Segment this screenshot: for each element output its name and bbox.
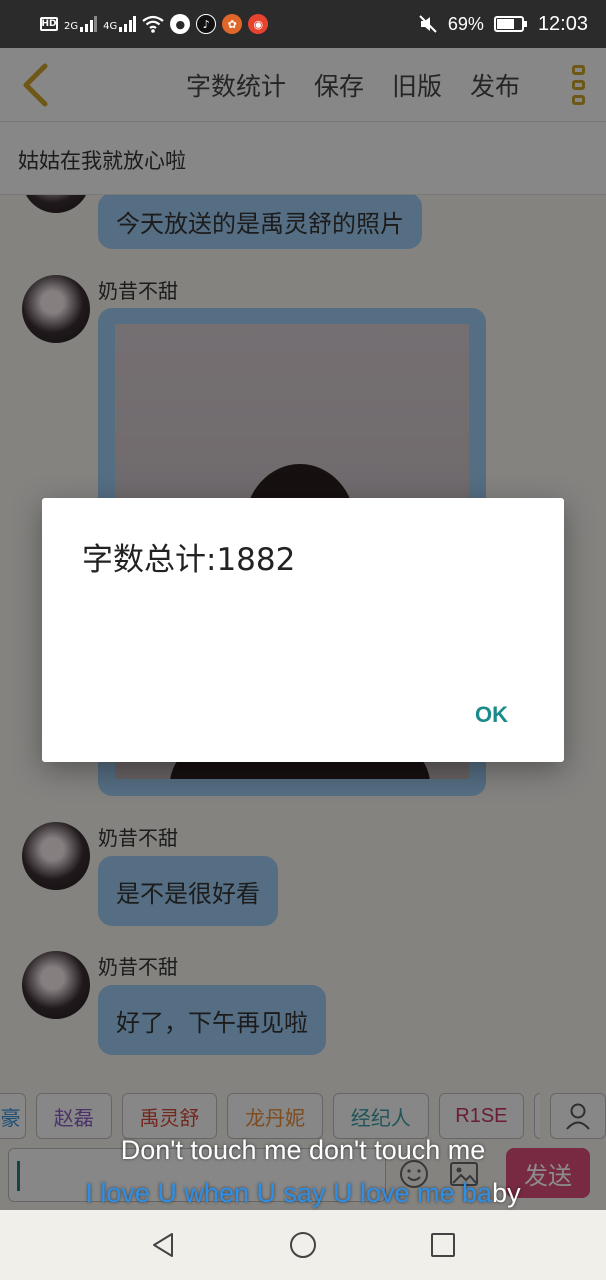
globe-icon: ● (170, 14, 191, 34)
signal-2g-icon: 2G (64, 16, 98, 32)
app-icon: ✿ (222, 14, 243, 34)
status-bar: HD 2G 4G ● ♪ ✿ ◉ 69% 12:03 (0, 0, 606, 48)
lyric-line-1: Don't touch me don't touch me (120, 1135, 486, 1165)
tiktok-icon: ♪ (196, 14, 217, 34)
mute-icon (419, 15, 437, 33)
battery-icon (493, 16, 527, 32)
lyric-line-2: I love U when U say U love me baby (0, 1178, 606, 1209)
battery-percent: 69% (447, 13, 484, 34)
weibo-icon: ◉ (248, 14, 269, 34)
dialog-message: 字数总计:1882 (82, 542, 296, 578)
system-nav-bar (0, 1210, 606, 1280)
word-count-dialog: 字数总计:1882 OK (42, 498, 564, 762)
clock: 12:03 (537, 12, 588, 35)
nav-home-icon[interactable] (288, 1230, 318, 1260)
wifi-icon (142, 15, 164, 33)
lyric-highlight: I love U when U say U love me ba (85, 1178, 493, 1208)
ok-button[interactable]: OK (475, 702, 508, 728)
nav-back-icon[interactable] (148, 1230, 178, 1260)
lyric-rest: by (492, 1178, 521, 1208)
hd-icon: HD (40, 17, 58, 31)
signal-4g-icon: 4G (103, 16, 137, 32)
nav-recents-icon[interactable] (428, 1230, 458, 1260)
